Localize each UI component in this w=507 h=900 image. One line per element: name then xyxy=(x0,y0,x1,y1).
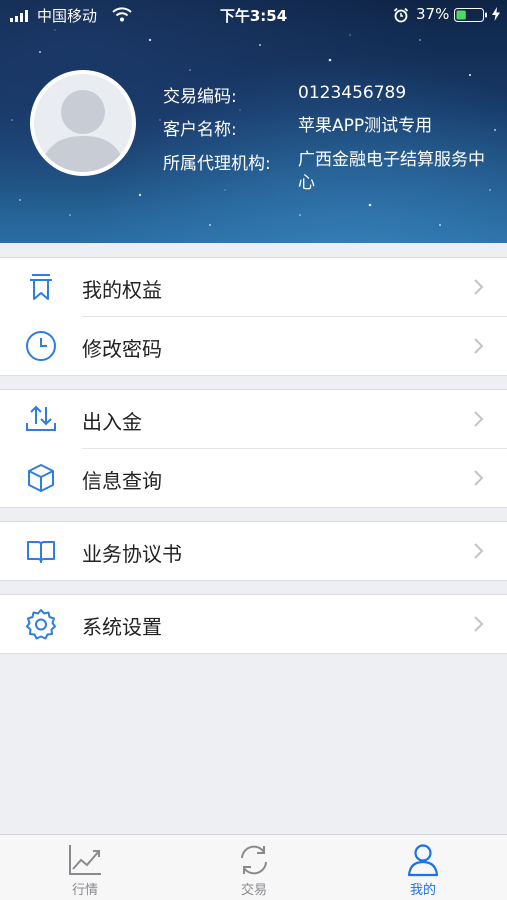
menu-label-deposit-withdraw: 出入金 xyxy=(82,410,142,434)
menu-label-change-password: 修改密码 xyxy=(82,337,162,361)
tab-trade[interactable]: 交易 xyxy=(204,835,304,900)
profile-header: 中国移动 下午3:54 37% 交易编码: 0123456789 客户名称: 苹… xyxy=(0,0,507,243)
charging-bolt-icon xyxy=(492,7,500,21)
menu-group-funds: 出入金 信息查询 xyxy=(0,389,507,508)
alarm-clock-icon xyxy=(393,7,409,23)
tab-label-mine: 我的 xyxy=(409,883,436,898)
menu-item-deposit-withdraw[interactable]: 出入金 xyxy=(0,390,507,448)
chevron-right-icon xyxy=(474,338,484,354)
menu-item-rights[interactable]: 我的权益 xyxy=(0,258,507,316)
agency-label: 所属代理机构: xyxy=(163,154,271,174)
customer-name-value: 苹果APP测试专用 xyxy=(298,116,433,136)
bookmark-icon xyxy=(30,274,52,300)
tab-mine[interactable]: 我的 xyxy=(373,835,473,900)
menu-group-settings: 系统设置 xyxy=(0,594,507,654)
menu-group-account: 我的权益 修改密码 xyxy=(0,257,507,376)
chevron-right-icon xyxy=(474,279,484,295)
tab-market[interactable]: 行情 xyxy=(35,835,135,900)
menu-label-settings: 系统设置 xyxy=(82,615,162,639)
menu-item-agreement[interactable]: 业务协议书 xyxy=(0,522,507,580)
transfer-arrows-icon xyxy=(26,405,56,431)
menu-item-info-query[interactable]: 信息查询 xyxy=(0,449,507,507)
line-chart-icon xyxy=(69,845,101,875)
battery-icon xyxy=(454,8,487,22)
chevron-right-icon xyxy=(474,543,484,559)
bottom-tab-bar: 行情 交易 我的 xyxy=(0,834,507,900)
menu-label-info-query: 信息查询 xyxy=(82,469,162,493)
chevron-right-icon xyxy=(474,411,484,427)
trade-code-label: 交易编码: xyxy=(163,87,237,107)
clock-icon xyxy=(26,331,56,361)
tab-label-market: 行情 xyxy=(71,883,98,898)
tab-label-trade: 交易 xyxy=(240,883,267,898)
status-bar: 中国移动 下午3:54 37% xyxy=(0,0,507,30)
trade-code-value: 0123456789 xyxy=(298,83,407,103)
default-user-icon xyxy=(40,90,126,172)
refresh-icon xyxy=(241,845,267,875)
open-book-icon xyxy=(27,541,55,563)
menu-label-agreement: 业务协议书 xyxy=(82,542,182,566)
gear-icon xyxy=(26,609,56,640)
customer-name-label: 客户名称: xyxy=(163,120,237,140)
agency-value: 广西金融电子结算服务中心 xyxy=(298,150,485,193)
chevron-right-icon xyxy=(474,470,484,486)
avatar[interactable] xyxy=(30,70,136,176)
menu-item-change-password[interactable]: 修改密码 xyxy=(0,317,507,375)
user-icon xyxy=(407,844,439,877)
menu-group-agreement: 业务协议书 xyxy=(0,521,507,581)
menu-label-rights: 我的权益 xyxy=(82,278,162,302)
cube-icon xyxy=(28,464,54,492)
menu-item-settings[interactable]: 系统设置 xyxy=(0,595,507,653)
chevron-right-icon xyxy=(474,616,484,632)
battery-percent: 37% xyxy=(416,5,450,23)
